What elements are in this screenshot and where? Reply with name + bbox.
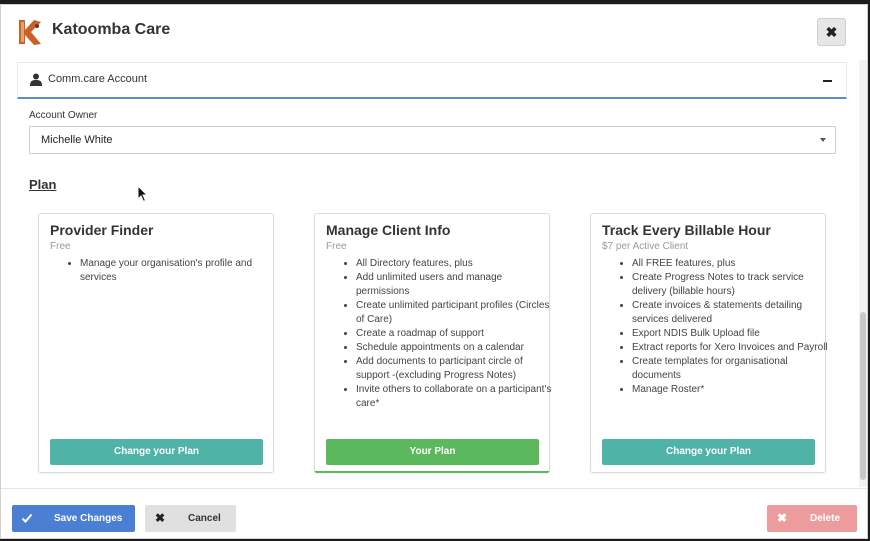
- plan-card-title: Manage Client Info: [326, 222, 451, 238]
- katoomba-logo-icon: [19, 20, 41, 45]
- close-icon: ✖: [825, 24, 838, 40]
- plan-feature: Add documents to participant circle of s…: [356, 355, 556, 383]
- plan-card-price: Free: [50, 241, 71, 252]
- plan-card-price: $7 per Active Client: [602, 241, 689, 252]
- caret-down-icon: [820, 138, 826, 142]
- plan-card-track-billable-hour: Track Every Billable Hour $7 per Active …: [590, 213, 828, 473]
- plan-feature: Manage your organisation's profile and s…: [80, 257, 280, 285]
- plan-feature: Invite others to collaborate on a partic…: [356, 383, 556, 411]
- cancel-button[interactable]: ✖ Cancel: [145, 505, 236, 532]
- save-changes-button[interactable]: Save Changes: [12, 505, 135, 532]
- plan-feature: All Directory features, plus: [356, 257, 556, 271]
- account-modal: Katoomba Care ✖ Comm.care Account Accoun…: [0, 4, 868, 539]
- plan-feature: Schedule appointments on a calendar: [356, 341, 556, 355]
- account-section-header[interactable]: Comm.care Account: [17, 62, 847, 99]
- vertical-scrollbar[interactable]: [859, 60, 867, 487]
- checkmark-icon: [21, 513, 33, 523]
- account-owner-label: Account Owner: [29, 110, 98, 121]
- plan-feature: All FREE features, plus: [632, 257, 832, 271]
- plan-feature: Extract reports for Xero Invoices and Pa…: [632, 341, 832, 355]
- app-title: Katoomba Care: [52, 21, 171, 38]
- plan-card-title: Track Every Billable Hour: [602, 222, 771, 238]
- account-owner-value: Michelle White: [41, 134, 113, 146]
- close-icon: ✖: [155, 511, 166, 525]
- change-plan-button[interactable]: Change your Plan: [50, 439, 263, 465]
- plan-card-title: Provider Finder: [50, 222, 154, 238]
- mouse-pointer-icon: [137, 185, 149, 203]
- your-plan-button[interactable]: Your Plan: [326, 439, 539, 465]
- modal-footer: Save Changes ✖ Cancel ✖ Delete: [1, 488, 867, 538]
- modal-body[interactable]: Comm.care Account Account Owner Michelle…: [1, 60, 867, 488]
- cancel-label: Cancel: [188, 513, 221, 524]
- plan-feature: Manage Roster*: [632, 383, 832, 397]
- plan-feature: Add unlimited users and manage permissio…: [356, 271, 556, 299]
- plan-feature: Create Progress Notes to track service d…: [632, 271, 832, 299]
- plan-card-provider-finder: Provider Finder Free Manage your organis…: [38, 213, 274, 473]
- save-changes-label: Save Changes: [54, 513, 123, 524]
- plan-feature: Create a roadmap of support: [356, 327, 556, 341]
- modal-header: Katoomba Care ✖: [1, 5, 867, 60]
- close-button[interactable]: ✖: [817, 18, 846, 46]
- plan-heading: Plan: [29, 177, 57, 192]
- close-icon: ✖: [777, 511, 788, 525]
- plan-feature-list: Manage your organisation's profile and s…: [56, 257, 280, 285]
- user-icon: [30, 73, 42, 86]
- plan-feature: Create invoices & statements detailing s…: [632, 299, 832, 327]
- plan-card-price: Free: [326, 241, 347, 252]
- plan-feature: Create unlimited participant profiles (C…: [356, 299, 556, 327]
- change-plan-button[interactable]: Change your Plan: [602, 439, 815, 465]
- plan-feature-list: All Directory features, plus Add unlimit…: [332, 257, 556, 411]
- delete-label: Delete: [810, 513, 841, 524]
- scrollbar-thumb[interactable]: [860, 312, 866, 480]
- plan-card-manage-client-info: Manage Client Info Free All Directory fe…: [314, 213, 551, 473]
- plan-feature: Export NDIS Bulk Upload file: [632, 327, 832, 341]
- section-title: Comm.care Account: [48, 73, 148, 85]
- account-owner-select[interactable]: Michelle White: [29, 126, 836, 154]
- plan-feature: Create templates for organisational docu…: [632, 355, 832, 383]
- plan-feature-list: All FREE features, plus Create Progress …: [608, 257, 832, 397]
- collapse-minus-icon[interactable]: [823, 80, 832, 82]
- delete-button[interactable]: ✖ Delete: [767, 505, 857, 532]
